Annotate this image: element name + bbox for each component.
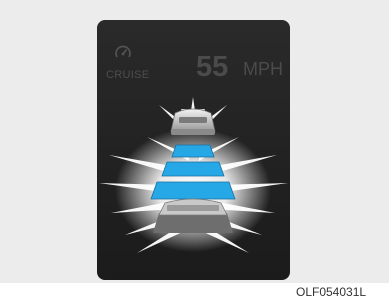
distance-graphic [99, 97, 288, 253]
cruise-label: CRUISE [106, 69, 150, 81]
cruise-speedometer-icon [115, 45, 131, 58]
distance-bar-1 [171, 144, 215, 158]
speed-unit: MPH [243, 59, 283, 79]
own-vehicle-icon [153, 198, 233, 233]
distance-bar-2 [161, 161, 225, 177]
set-speed-value: 55 [196, 51, 229, 83]
lead-vehicle-icon [170, 108, 216, 135]
figure-code: OLF054031L [296, 285, 367, 299]
distance-bar-3 [150, 181, 236, 200]
